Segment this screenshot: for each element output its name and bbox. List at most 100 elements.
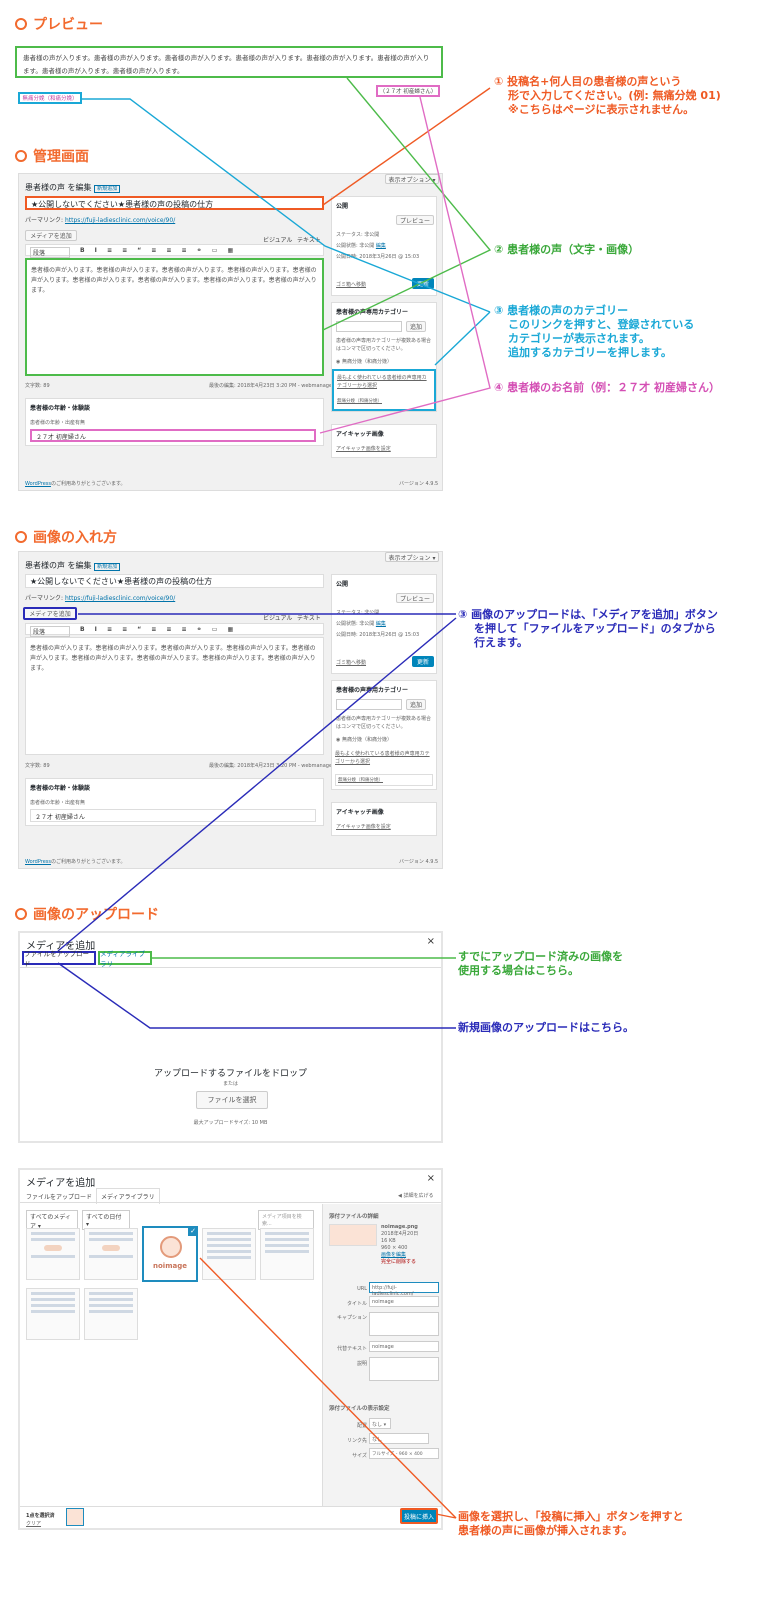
divider <box>20 967 441 968</box>
align-select[interactable]: なし ▾ <box>369 1418 391 1429</box>
eyecatch-link[interactable]: アイキャッチ画像を設定 <box>336 823 391 830</box>
modal-title: メディアを追加 <box>26 1178 96 1189</box>
eyecatch-title: アイキャッチ画像 <box>336 431 384 438</box>
category-add-button[interactable]: 追加 <box>406 321 426 332</box>
link-select[interactable]: なし <box>369 1433 429 1444</box>
add-media-button[interactable]: メディアを追加 <box>23 607 77 620</box>
last-edit: 最後の編集: 2018年4月23日 3:20 PM - webmanager <box>209 763 335 769</box>
circle-icon <box>15 18 27 30</box>
publish-box: 公開 プレビュー ステータス: 非公開 公開状態: 非公開 編集 公開日時: 2… <box>331 196 437 296</box>
size-label: サイズ <box>352 1453 367 1459</box>
drop-text: アップロードするファイルをドロップ <box>153 1069 307 1079</box>
category-box: 患者様の声専用カテゴリー 追加 患者様の声専用カテゴリーが複数ある場合はコンマで… <box>331 680 437 790</box>
toolbar-icons[interactable]: B I ≡ ≡ “ ≡ ≡ ≡ ⚭ ▭ ▦ <box>80 247 237 254</box>
note-library: すでにアップロード済みの画像を 使用する場合はこちら。 <box>458 950 624 977</box>
close-icon[interactable]: × <box>427 936 435 947</box>
alt-field[interactable]: noimage <box>369 1341 439 1352</box>
expand-details[interactable]: ◀ 詳細を広げる <box>398 1192 433 1199</box>
clear-link[interactable]: クリア <box>26 1520 41 1527</box>
tab-upload-file[interactable]: ファイルをアップロード <box>26 1192 92 1201</box>
media-thumb[interactable] <box>84 1288 138 1340</box>
screen-options-button[interactable]: 表示オプション ▾ <box>385 174 439 184</box>
new-badge[interactable]: 新規追加 <box>94 185 121 193</box>
media-thumb[interactable] <box>26 1288 80 1340</box>
tab-visual[interactable]: ビジュアル <box>263 235 292 244</box>
last-edit: 最後の編集: 2018年4月23日 3:20 PM - webmanager <box>209 383 335 389</box>
screen-options-button[interactable]: 表示オプション ▾ <box>385 552 439 562</box>
footer-version: バージョン 4.9.5 <box>399 859 439 865</box>
permalink-link[interactable]: https://fuji-ladiesclinic.com/voice/90/ <box>65 217 175 224</box>
tab-upload-file[interactable]: ファイルをアップロード <box>22 950 96 968</box>
content-editor[interactable]: 患者様の声が入ります。患者様の声が入ります。患者様の声が入ります。患者様の声が入… <box>25 258 324 376</box>
insert-into-post-button[interactable]: 投稿に挿入 <box>400 1508 438 1524</box>
age-label: 患者様の年齢・出産有無 <box>30 420 86 426</box>
media-search-input[interactable]: メディア項目を検索... <box>258 1210 314 1230</box>
category-checked[interactable]: ◉ 無痛分娩（和痛分娩） <box>336 358 392 365</box>
format-select[interactable]: 段落 <box>30 247 70 258</box>
title-input[interactable]: ★公開しないでください★患者様の声の投稿の仕方 <box>25 196 324 210</box>
format-select[interactable]: 段落 <box>30 626 70 637</box>
size-select[interactable]: フルサイズ - 960 × 400 <box>369 1448 439 1459</box>
edit-image-link[interactable]: 画像を編集 <box>381 1252 418 1259</box>
media-thumb[interactable] <box>260 1228 314 1280</box>
close-icon[interactable]: × <box>427 1173 435 1184</box>
permalink: パーマリンク: https://fuji-ladiesclinic.com/vo… <box>25 595 176 602</box>
popular-link[interactable]: 最もよく使われている患者様の声専用カテゴリーから選択 <box>337 374 431 390</box>
tab-media-library[interactable]: メディアライブラリ <box>98 950 152 968</box>
select-files-button[interactable]: ファイルを選択 <box>196 1091 268 1109</box>
word-count: 文字数: 89 <box>25 383 50 389</box>
add-media-button[interactable]: メディアを追加 <box>25 230 77 241</box>
media-thumb[interactable] <box>202 1228 256 1280</box>
preview-button[interactable]: プレビュー <box>396 215 434 225</box>
media-thumb[interactable] <box>84 1228 138 1280</box>
footer-thanks: WordPressのご利用ありがとうございます。 <box>25 859 126 865</box>
url-input[interactable]: http://fuji-ladiesclinic.com/ <box>369 1282 439 1297</box>
toolbar-icons[interactable]: B I ≡ ≡ “ ≡ ≡ ≡ ⚭ ▭ ▦ <box>80 626 237 633</box>
footer-thanks: WordPressのご利用ありがとうございます。 <box>25 481 126 487</box>
permalink: パーマリンク: https://fuji-ladiesclinic.com/vo… <box>25 217 176 224</box>
trash-link[interactable]: ゴミ箱へ移動 <box>336 659 366 666</box>
category-title: 患者様の声専用カテゴリー <box>336 309 409 316</box>
link-label: リンク先 <box>346 1438 367 1444</box>
page-heading: 患者様の声 を編集 新規追加 <box>25 182 121 193</box>
title-field[interactable]: noimage <box>369 1296 439 1307</box>
preview-button[interactable]: プレビュー <box>396 593 434 603</box>
tab-text[interactable]: テキスト <box>297 613 321 622</box>
section-title-image-upload: 画像のアップロード <box>15 904 159 924</box>
attachment-details: 添付ファイルの詳細 noimage.png 2018年4月20日 16 KB 9… <box>322 1204 441 1506</box>
trash-link[interactable]: ゴミ箱へ移動 <box>336 281 366 288</box>
media-thumb[interactable] <box>26 1228 80 1280</box>
category-input[interactable] <box>336 321 402 332</box>
admin-screenshot: 患者様の声 を編集 新規追加 表示オプション ▾ ★公開しないでください★患者様… <box>18 173 443 491</box>
category-add-button[interactable]: 追加 <box>406 699 426 710</box>
max-size: 最大アップロードサイズ: 10 MB <box>193 1120 268 1126</box>
selected-thumb[interactable] <box>66 1508 84 1526</box>
tab-visual[interactable]: ビジュアル <box>263 613 292 622</box>
chevron-left-icon: ◀ <box>398 1193 402 1199</box>
popular-link[interactable]: 最もよく使われている患者様の声専用カテゴリーから選択 <box>335 750 433 766</box>
filter-date[interactable]: すべての日付 ▾ <box>82 1210 130 1230</box>
description-field[interactable] <box>369 1357 439 1381</box>
title-input[interactable]: ★公開しないでください★患者様の声の投稿の仕方 <box>25 574 324 588</box>
eyecatch-link[interactable]: アイキャッチ画像を設定 <box>336 445 391 452</box>
preview-name-tag: （２７才 初産婦さん） <box>376 85 440 97</box>
caption-field[interactable] <box>369 1312 439 1336</box>
alt-label: 代替テキスト <box>337 1346 367 1352</box>
tab-text[interactable]: テキスト <box>297 235 321 244</box>
editor-toolbar: 段落 B I ≡ ≡ “ ≡ ≡ ≡ ⚭ ▭ ▦ <box>25 623 324 637</box>
tag-item[interactable]: 無痛分娩（和痛分娩） <box>337 398 431 404</box>
caption-label: キャプション <box>336 1315 367 1321</box>
age-meta-box: 患者様の年齢・体験談 患者様の年齢・出産有無 ２７才 初産婦さん <box>25 778 324 826</box>
insert-screenshot: 患者様の声 を編集 新規追加 表示オプション ▾ ★公開しないでください★患者様… <box>18 551 443 869</box>
age-input[interactable]: ２７才 初産婦さん <box>30 809 316 822</box>
update-button[interactable]: 更新 <box>412 278 434 289</box>
check-icon[interactable]: ✓ <box>188 1226 198 1236</box>
wordpress-link[interactable]: WordPress <box>25 481 51 487</box>
update-button[interactable]: 更新 <box>412 656 434 667</box>
delete-link[interactable]: 完全に削除する <box>381 1259 418 1266</box>
editor-toolbar: 段落 B I ≡ ≡ “ ≡ ≡ ≡ ⚭ ▭ ▦ <box>25 244 324 258</box>
media-thumb-selected[interactable]: noimage ✓ <box>142 1226 198 1282</box>
age-input[interactable]: ２７才 初産婦さん <box>30 429 316 442</box>
content-editor[interactable]: 患者様の声が入ります。患者様の声が入ります。患者様の声が入ります。患者様の声が入… <box>25 637 324 755</box>
category-input[interactable] <box>336 699 402 710</box>
